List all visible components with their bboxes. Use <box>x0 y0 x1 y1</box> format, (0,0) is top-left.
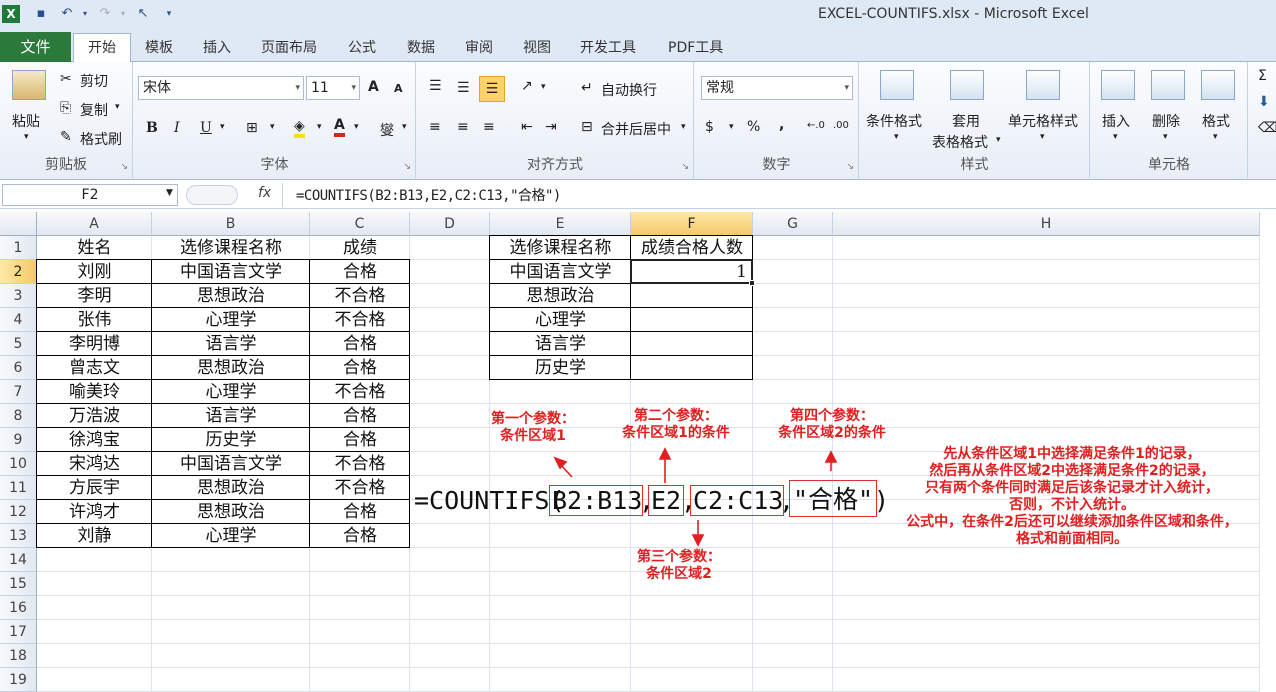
annotation-arrows <box>553 447 838 547</box>
big-formula-param-1: B2:B13 <box>552 486 643 515</box>
arrow-head-2 <box>658 447 672 460</box>
arrow-head-1 <box>553 456 568 470</box>
arrow-head-3 <box>691 534 705 547</box>
big-formula-param-2: E2 <box>651 486 682 515</box>
big-formula-param-4: "合格" <box>793 485 874 514</box>
big-formula-param-3: C2:C13 <box>693 486 784 515</box>
big-formula-suffix: ) <box>874 486 890 515</box>
big-formula-prefix: =COUNTIFS( <box>414 486 565 515</box>
arrow-head-4 <box>824 450 838 463</box>
